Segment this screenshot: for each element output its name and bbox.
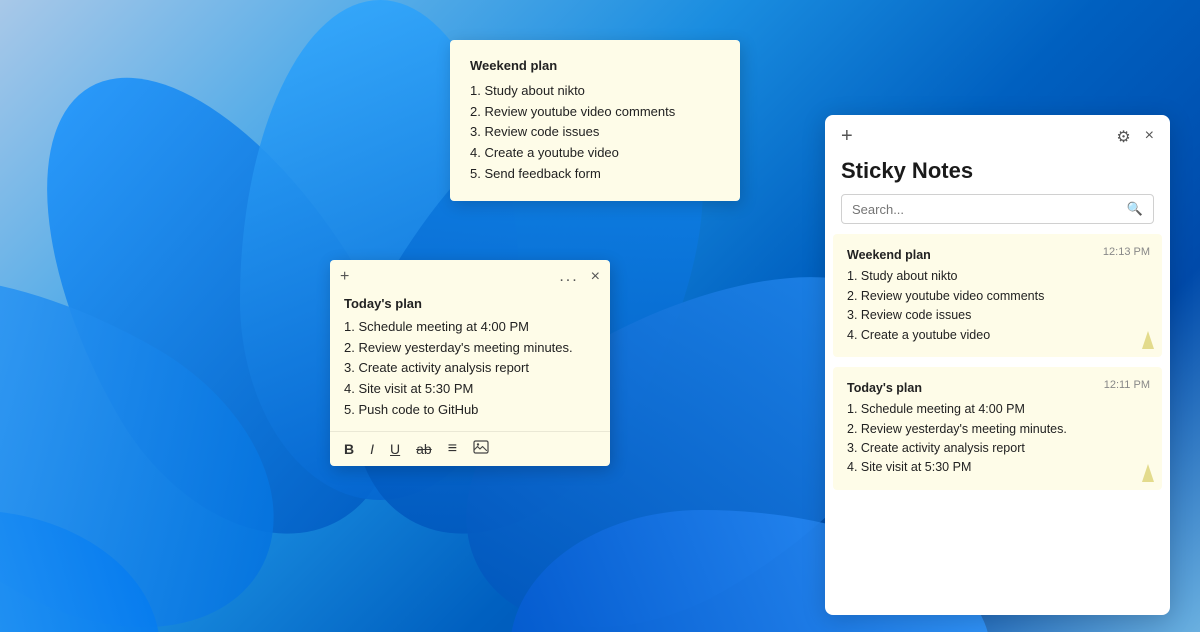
editor-line-5: 5. Push code to GitHub <box>344 400 596 421</box>
add-note-icon[interactable]: + <box>340 268 349 286</box>
editor-line-3: 3. Create activity analysis report <box>344 358 596 379</box>
note-line-1: 1. Study about nikto <box>470 81 720 102</box>
underline-button[interactable]: U <box>390 441 400 457</box>
panel-titlebar-right: ⚙ × <box>1116 127 1154 147</box>
editor-line-2: 2. Review yesterday's meeting minutes. <box>344 338 596 359</box>
panel-settings-icon[interactable]: ⚙ <box>1116 127 1130 147</box>
panel-close-icon[interactable]: × <box>1145 127 1154 147</box>
editor-line-1: 1. Schedule meeting at 4:00 PM <box>344 317 596 338</box>
panel-note-line-1-2: 2. Review youtube video comments <box>847 287 1148 306</box>
panel-note-line-1-3: 3. Review code issues <box>847 306 1148 325</box>
list-button[interactable]: ≡ <box>448 440 457 458</box>
image-button[interactable] <box>473 440 489 457</box>
editor-titlebar-left: + <box>340 268 349 286</box>
panel-add-icon[interactable]: + <box>841 125 853 148</box>
panel-note-card-2[interactable]: 12:11 PM Today's plan 1. Schedule meetin… <box>833 367 1162 490</box>
sticky-notes-panel: + ⚙ × Sticky Notes 🔍 12:13 PM Weekend pl… <box>825 115 1170 615</box>
panel-note-line-2-1: 1. Schedule meeting at 4:00 PM <box>847 400 1148 419</box>
bold-button[interactable]: B <box>344 441 354 457</box>
panel-search-bar[interactable]: 🔍 <box>841 194 1154 224</box>
search-input[interactable] <box>852 202 1127 217</box>
sticky-note-weekend[interactable]: Weekend plan 1. Study about nikto 2. Rev… <box>450 40 740 201</box>
note-corner-fold-2 <box>1142 464 1154 482</box>
panel-title: Sticky Notes <box>825 154 1170 194</box>
more-options-icon[interactable]: ... <box>559 268 578 286</box>
note-title: Weekend plan <box>470 56 720 77</box>
sticky-note-editor[interactable]: + ... × Today's plan 1. Schedule meeting… <box>330 260 610 466</box>
note-line-3: 3. Review code issues <box>470 122 720 143</box>
note-line-5: 5. Send feedback form <box>470 164 720 185</box>
panel-note-line-1-1: 1. Study about nikto <box>847 267 1148 286</box>
editor-toolbar: B I U ab ≡ <box>330 431 610 466</box>
editor-line-4: 4. Site visit at 5:30 PM <box>344 379 596 400</box>
editor-titlebar-right: ... × <box>559 268 600 286</box>
editor-content[interactable]: Today's plan 1. Schedule meeting at 4:00… <box>330 290 610 431</box>
panel-notes-list: 12:13 PM Weekend plan 1. Study about nik… <box>825 234 1170 615</box>
search-icon: 🔍 <box>1127 201 1143 217</box>
note-line-2: 2. Review youtube video comments <box>470 102 720 123</box>
note-corner-fold-1 <box>1142 331 1154 349</box>
note-line-4: 4. Create a youtube video <box>470 143 720 164</box>
strikethrough-button[interactable]: ab <box>416 441 432 457</box>
panel-note-card-1[interactable]: 12:13 PM Weekend plan 1. Study about nik… <box>833 234 1162 357</box>
close-icon[interactable]: × <box>591 268 600 286</box>
italic-button[interactable]: I <box>370 441 374 457</box>
editor-title: Today's plan <box>344 294 596 315</box>
editor-titlebar: + ... × <box>330 260 610 290</box>
panel-note-line-2-2: 2. Review yesterday's meeting minutes. <box>847 420 1148 439</box>
panel-note-line-2-4: 4. Site visit at 5:30 PM <box>847 458 1148 477</box>
panel-titlebar: + ⚙ × <box>825 115 1170 154</box>
note-time-2: 12:11 PM <box>1104 377 1150 394</box>
panel-note-line-1-4: 4. Create a youtube video <box>847 326 1148 345</box>
note-time-1: 12:13 PM <box>1103 244 1150 261</box>
panel-note-line-2-3: 3. Create activity analysis report <box>847 439 1148 458</box>
